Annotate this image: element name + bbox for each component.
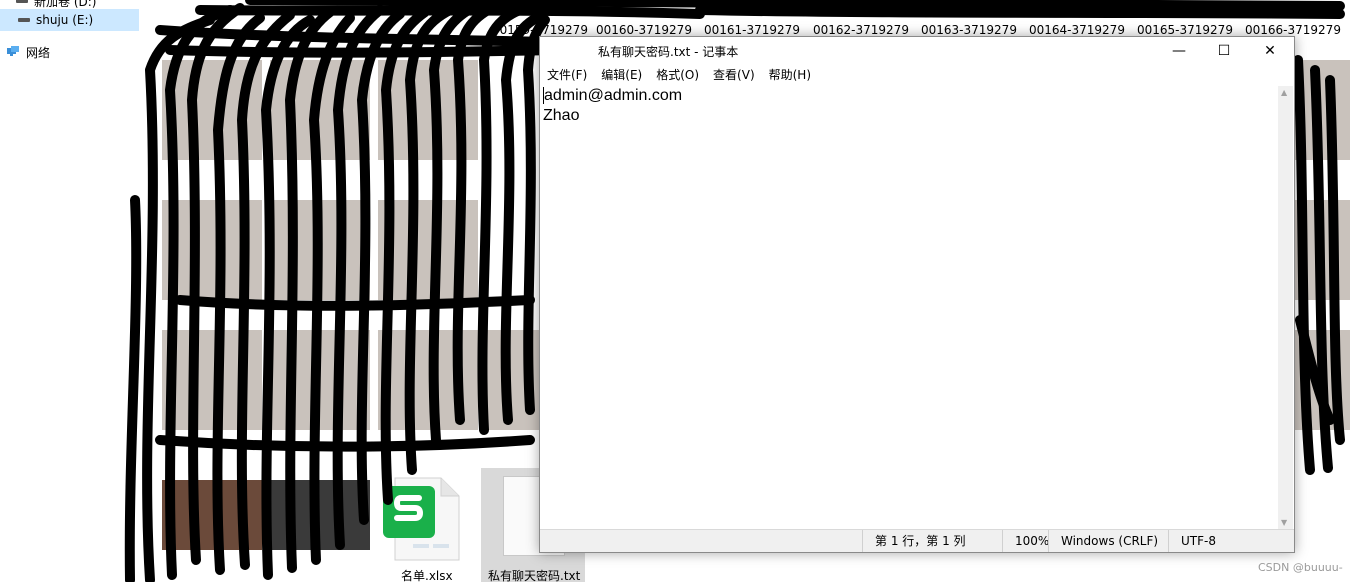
editor-line-text: admin@admin.com (544, 87, 683, 104)
image-thumbnail[interactable] (378, 60, 478, 160)
menu-file[interactable]: 文件(F) (540, 65, 594, 85)
image-thumbnail[interactable] (1292, 60, 1350, 160)
file-name[interactable]: 00164-3719279 (1029, 23, 1125, 37)
image-thumbnail[interactable] (378, 330, 478, 430)
maximize-button[interactable]: ☐ (1201, 37, 1247, 65)
image-thumbnail[interactable] (162, 480, 262, 550)
file-name[interactable]: 00160-3719279 (596, 23, 692, 37)
image-thumbnail[interactable] (1292, 200, 1350, 300)
spreadsheet-file-icon (383, 477, 460, 561)
close-button[interactable]: ✕ (1247, 37, 1293, 65)
navigation-pane: 新加卷 (D:) shuju (E:) 网络 (0, 0, 152, 582)
network-icon (6, 45, 20, 60)
minimize-button[interactable]: — (1156, 37, 1202, 65)
minimize-icon: — (1172, 43, 1186, 59)
file-name[interactable]: 00159-3719279 (492, 23, 588, 37)
status-position: 第 1 行，第 1 列 (862, 530, 1002, 552)
file-name[interactable]: 00166-3719279 (1245, 23, 1341, 37)
file-name[interactable]: 私有聊天密码.txt (488, 567, 580, 582)
menu-view[interactable]: 查看(V) (706, 65, 762, 85)
image-thumbnail[interactable] (270, 200, 370, 300)
menu-bar: 文件(F) 编辑(E) 格式(O) 查看(V) 帮助(H) (540, 65, 1294, 85)
image-thumbnail[interactable] (162, 330, 262, 430)
menu-edit[interactable]: 编辑(E) (594, 65, 649, 85)
window-title: 私有聊天密码.txt - 记事本 (598, 45, 739, 59)
scroll-up-icon[interactable]: ▲ (1281, 88, 1287, 97)
menu-format[interactable]: 格式(O) (649, 65, 706, 85)
vertical-scrollbar[interactable]: ▲ ▼ (1278, 86, 1293, 529)
status-bar: 第 1 行，第 1 列 100% Windows (CRLF) UTF-8 (540, 529, 1294, 552)
notepad-window: 私有聊天密码.txt - 记事本 — ☐ ✕ 文件(F) 编辑(E) 格式(O)… (539, 36, 1295, 553)
xlsx-file[interactable] (383, 474, 463, 564)
editor-line: admin@admin.com (543, 86, 1278, 106)
file-name[interactable]: 名单.xlsx (401, 567, 453, 582)
image-thumbnail[interactable] (1292, 330, 1350, 430)
image-thumbnail[interactable] (270, 60, 370, 160)
file-name[interactable]: 00165-3719279 (1137, 23, 1233, 37)
drive-icon (16, 0, 28, 3)
editor-line: Zhao (543, 107, 580, 124)
nav-item-label: shuju (E:) (36, 13, 94, 27)
drive-icon (18, 18, 30, 22)
image-thumbnail[interactable] (270, 480, 370, 550)
image-thumbnail[interactable] (162, 60, 262, 160)
watermark: CSDN @buuuu- (1258, 561, 1343, 574)
scroll-down-icon[interactable]: ▼ (1281, 518, 1287, 527)
nav-item-drive-e[interactable]: shuju (E:) (0, 9, 139, 31)
image-thumbnail[interactable] (378, 200, 478, 300)
status-line-ending: Windows (CRLF) (1048, 530, 1168, 552)
title-bar[interactable]: 私有聊天密码.txt - 记事本 — ☐ ✕ (540, 37, 1294, 65)
status-encoding: UTF-8 (1168, 530, 1276, 552)
file-name[interactable]: 00162-3719279 (813, 23, 909, 37)
close-icon: ✕ (1264, 43, 1276, 59)
maximize-icon: ☐ (1217, 43, 1231, 59)
nav-item-network[interactable]: 网络 (0, 41, 139, 63)
image-thumbnail[interactable] (162, 200, 262, 300)
file-name[interactable]: 00163-3719279 (921, 23, 1017, 37)
nav-item-label: 网络 (26, 45, 51, 60)
image-thumbnail[interactable] (270, 330, 370, 430)
file-name[interactable]: 00161-3719279 (704, 23, 800, 37)
menu-help[interactable]: 帮助(H) (762, 65, 818, 85)
text-editor[interactable]: admin@admin.com Zhao (541, 86, 1278, 529)
